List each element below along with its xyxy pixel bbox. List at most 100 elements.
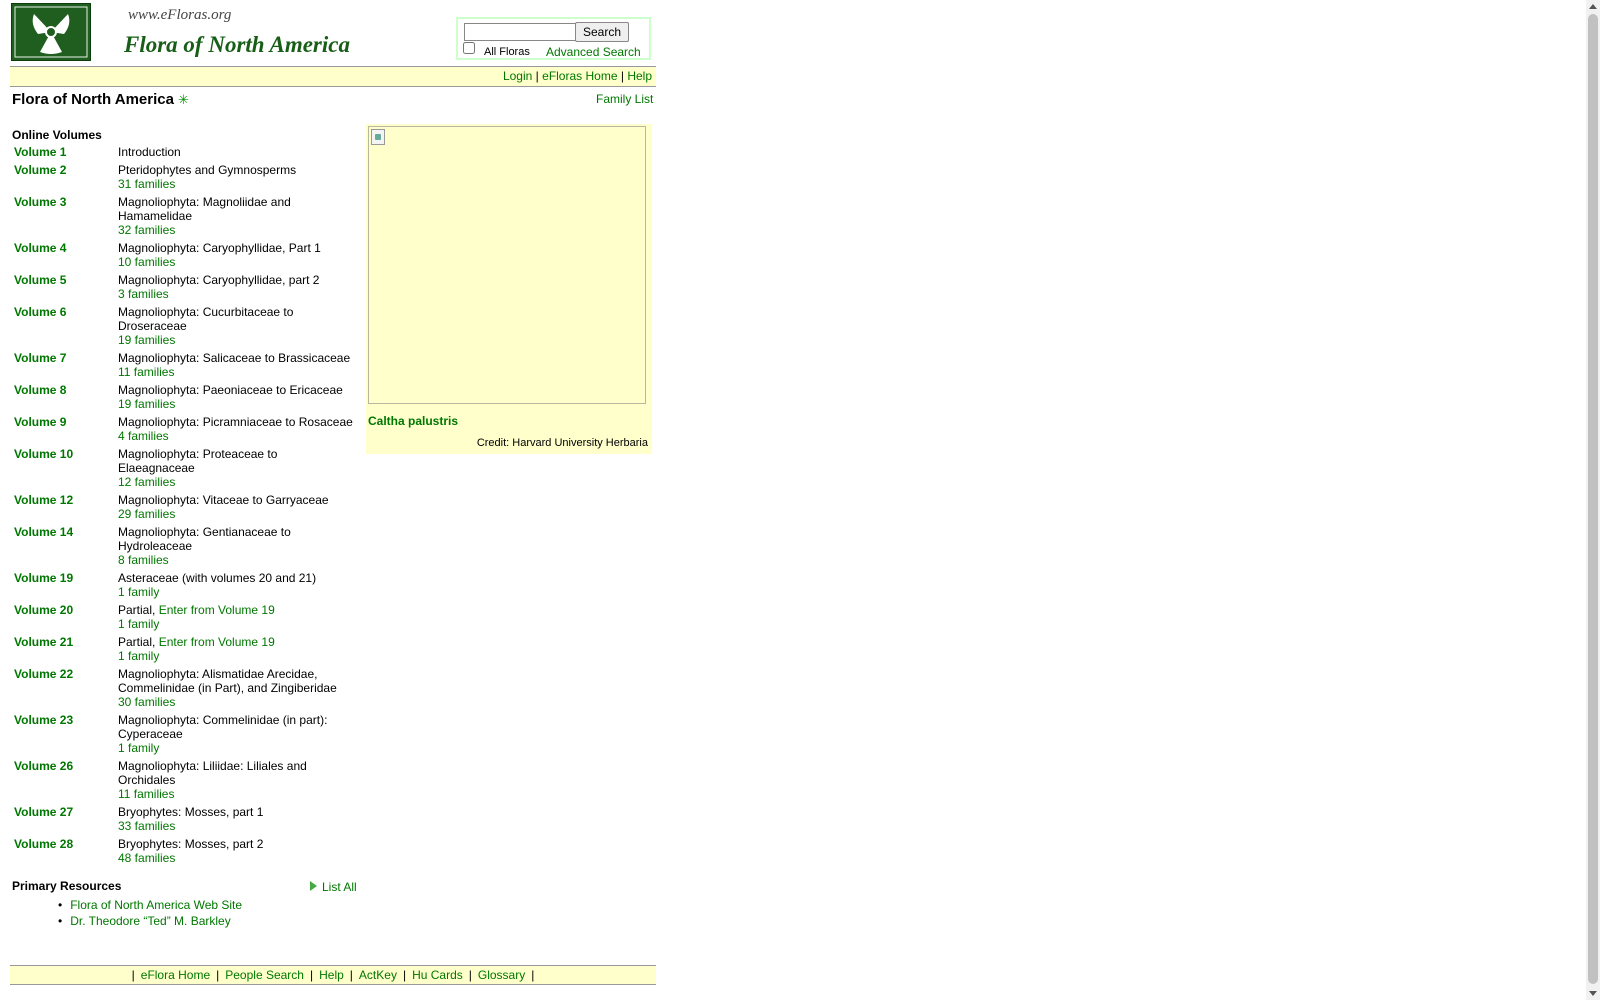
families-link[interactable]: 4 families xyxy=(118,429,169,443)
barkley-link[interactable]: Dr. Theodore “Ted” M. Barkley xyxy=(70,914,231,928)
footer-link[interactable]: Hu Cards xyxy=(412,968,463,982)
volume-description: Pteridophytes and Gymnosperms 31 families xyxy=(118,163,354,191)
volume-description: Asteraceae (with volumes 20 and 21) 1 fam… xyxy=(118,571,354,599)
families-link[interactable]: 1 family xyxy=(118,617,159,631)
login-link[interactable]: Login xyxy=(503,69,532,83)
volume-title: Magnoliophyta: Caryophyllidae, Part 1 xyxy=(118,241,321,255)
enter-volume-link[interactable]: Enter from Volume 19 xyxy=(159,603,275,617)
families-link[interactable]: 11 families xyxy=(118,787,174,801)
efloras-home-link[interactable]: eFloras Home xyxy=(542,69,617,83)
table-row: Volume 5 Magnoliophyta: Caryophyllidae, p… xyxy=(14,273,354,301)
efloras-logo[interactable] xyxy=(11,3,91,61)
families-link[interactable]: 19 families xyxy=(118,333,175,347)
families-link[interactable]: 1 family xyxy=(118,741,159,755)
volume-link[interactable]: Volume 22 xyxy=(14,667,118,709)
families-link[interactable]: 11 families xyxy=(118,365,174,379)
volume-link[interactable]: Volume 1 xyxy=(14,145,118,159)
families-link[interactable]: 3 families xyxy=(118,287,169,301)
primary-resources-heading: Primary Resources xyxy=(12,879,122,893)
table-row: Volume 28 Bryophytes: Mosses, part 2 48 fa… xyxy=(14,837,354,865)
table-row: Volume 21 Partial, Enter from Volume 19 1 … xyxy=(14,635,354,663)
footer-link[interactable]: eFlora Home xyxy=(141,968,210,982)
volume-title: Asteraceae (with volumes 20 and 21) xyxy=(118,571,317,585)
help-link[interactable]: Help xyxy=(627,69,652,83)
scroll-down-icon[interactable] xyxy=(1589,991,1597,996)
footer-link[interactable]: Help xyxy=(319,968,344,982)
list-all-link[interactable]: List All xyxy=(310,880,357,894)
list-item: Dr. Theodore “Ted” M. Barkley xyxy=(58,913,242,929)
footer-nav: | eFlora Home | People Search | Help | ActKey | H… xyxy=(10,965,656,985)
table-row: Volume 4 Magnoliophyta: Caryophyllidae, P… xyxy=(14,241,354,269)
image-credit: Credit: Harvard University Herbaria xyxy=(476,437,648,449)
table-row: Volume 20 Partial, Enter from Volume 19 1 … xyxy=(14,603,354,631)
footer-link[interactable]: Glossary xyxy=(478,968,525,982)
volume-link[interactable]: Volume 7 xyxy=(14,351,118,379)
fna-website-link[interactable]: Flora of North America Web Site xyxy=(70,898,242,912)
volume-description: Magnoliophyta: Commelinidae (in part): C… xyxy=(118,713,354,755)
footer-separator: | xyxy=(468,968,472,982)
volume-title: Magnoliophyta: Commelinidae (in part): C… xyxy=(118,713,328,741)
volume-description: Partial, Enter from Volume 19 1 family xyxy=(118,635,354,663)
families-link[interactable]: 10 families xyxy=(118,255,175,269)
volume-link[interactable]: Volume 3 xyxy=(14,195,118,237)
footer-separator: | xyxy=(531,968,535,982)
volume-description: Magnoliophyta: Cucurbitaceae to Droserac… xyxy=(118,305,354,347)
advanced-search-link[interactable]: Advanced Search xyxy=(546,45,641,59)
flower-logo-icon xyxy=(14,6,88,58)
volume-link[interactable]: Volume 20 xyxy=(14,603,118,631)
volume-description: Magnoliophyta: Magnoliidae and Hamamelid… xyxy=(118,195,354,237)
vertical-scrollbar[interactable] xyxy=(1586,0,1600,1000)
volume-link[interactable]: Volume 23 xyxy=(14,713,118,755)
table-row: Volume 1 Introduction xyxy=(14,145,354,159)
volume-link[interactable]: Volume 26 xyxy=(14,759,118,801)
volume-link[interactable]: Volume 27 xyxy=(14,805,118,833)
volume-link[interactable]: Volume 4 xyxy=(14,241,118,269)
featured-image[interactable] xyxy=(368,126,646,404)
families-link[interactable]: 1 family xyxy=(118,649,159,663)
families-link[interactable]: 32 families xyxy=(118,223,175,237)
families-link[interactable]: 30 families xyxy=(118,695,175,709)
families-link[interactable]: 31 families xyxy=(118,177,175,191)
volume-link[interactable]: Volume 10 xyxy=(14,447,118,489)
footer-link[interactable]: ActKey xyxy=(359,968,397,982)
enter-volume-link[interactable]: Enter from Volume 19 xyxy=(159,635,275,649)
volume-description: Magnoliophyta: Alismatidae Arecidae, Com… xyxy=(118,667,354,709)
image-caption-link[interactable]: Caltha palustris xyxy=(368,414,458,428)
volume-description: Partial, Enter from Volume 19 1 family xyxy=(118,603,354,631)
volume-description: Introduction xyxy=(118,145,354,159)
volume-link[interactable]: Volume 28 xyxy=(14,837,118,865)
site-title: Flora of North America xyxy=(124,32,350,57)
volume-title: Magnoliophyta: Caryophyllidae, part 2 xyxy=(118,273,320,287)
all-floras-checkbox[interactable] xyxy=(463,42,475,54)
all-floras-label: All Floras xyxy=(484,46,530,58)
family-list-link[interactable]: Family List xyxy=(596,92,653,106)
search-button[interactable]: Search xyxy=(575,22,630,42)
volume-link[interactable]: Volume 12 xyxy=(14,493,118,521)
families-link[interactable]: 19 families xyxy=(118,397,175,411)
families-link[interactable]: 8 families xyxy=(118,553,169,567)
table-row: Volume 2 Pteridophytes and Gymnosperms 31 … xyxy=(14,163,354,191)
table-row: Volume 10 Magnoliophyta: Proteaceae to El… xyxy=(14,447,354,489)
volume-link[interactable]: Volume 8 xyxy=(14,383,118,411)
volume-link[interactable]: Volume 14 xyxy=(14,525,118,567)
footer-separator: | xyxy=(216,968,220,982)
volume-link[interactable]: Volume 2 xyxy=(14,163,118,191)
families-link[interactable]: 1 family xyxy=(118,585,159,599)
footer-link[interactable]: People Search xyxy=(225,968,304,982)
families-link[interactable]: 48 families xyxy=(118,851,175,865)
families-link[interactable]: 33 families xyxy=(118,819,175,833)
scroll-thumb[interactable] xyxy=(1588,14,1598,984)
volume-link[interactable]: Volume 21 xyxy=(14,635,118,663)
volume-link[interactable]: Volume 9 xyxy=(14,415,118,443)
list-all-label: List All xyxy=(322,880,357,894)
families-link[interactable]: 12 families xyxy=(118,475,175,489)
search-input[interactable] xyxy=(464,23,576,41)
nav-separator: | xyxy=(620,69,624,83)
volume-link[interactable]: Volume 19 xyxy=(14,571,118,599)
scroll-up-icon[interactable] xyxy=(1589,4,1597,9)
volume-link[interactable]: Volume 5 xyxy=(14,273,118,301)
families-link[interactable]: 29 families xyxy=(118,507,175,521)
volume-title: Magnoliophyta: Proteaceae to Elaeagnacea… xyxy=(118,447,278,475)
search-box: Search All Floras Advanced Search xyxy=(456,17,651,60)
volume-link[interactable]: Volume 6 xyxy=(14,305,118,347)
